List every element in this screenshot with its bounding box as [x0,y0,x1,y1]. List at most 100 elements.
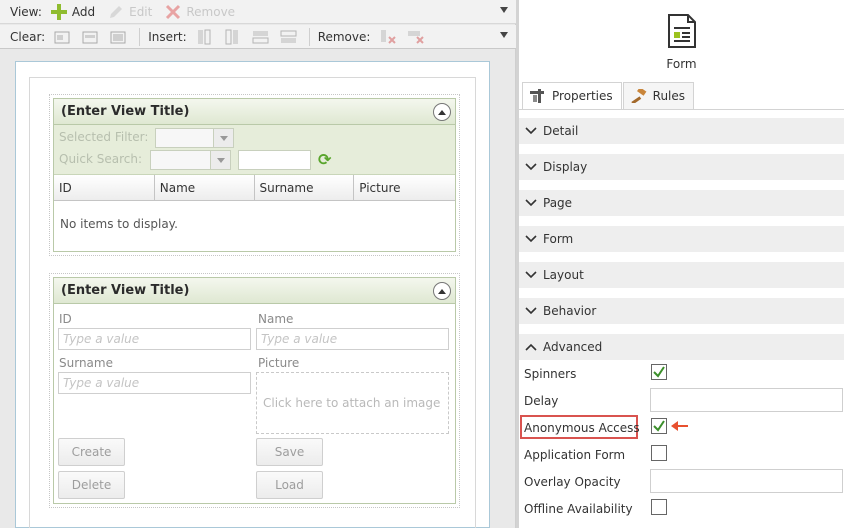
load-button[interactable]: Load [256,471,323,499]
selected-filter-dropdown[interactable] [155,128,234,148]
section-page[interactable]: Page [519,190,844,216]
column-header-name[interactable]: Name [155,175,255,200]
anonymous-access-label: Anonymous Access [524,421,640,435]
remove-column-icon[interactable] [378,28,398,46]
section-display[interactable]: Display [519,154,844,180]
remove-label: Remove [186,4,236,19]
collapse-up-icon[interactable] [433,282,451,300]
chevron-down-icon [525,161,537,173]
quick-search-field-dropdown[interactable] [150,150,231,170]
properties-icon [529,88,547,104]
column-header-picture[interactable]: Picture [354,175,455,200]
id-input[interactable]: Type a value [58,328,251,350]
tab-rules-label: Rules [652,89,686,103]
clear-all-icon[interactable] [109,28,129,46]
list-view-title[interactable]: (Enter View Title) [54,99,455,125]
edit-button[interactable]: Edit [107,3,152,21]
section-advanced-label: Advanced [543,340,603,354]
insert-row-above-icon[interactable] [251,28,271,46]
section-form[interactable]: Form [519,226,844,252]
view-toolbar: View: Add Edit Remove [0,0,516,24]
edit-label: Edit [129,4,153,19]
tab-properties-label: Properties [552,89,613,103]
id-label: ID [59,312,72,326]
item-view-box: (Enter View Title) ID Type a value Name … [53,277,456,504]
chevron-down-icon [213,129,233,147]
application-form-label: Application Form [524,448,626,462]
list-view[interactable]: (Enter View Title) Selected Filter: Quic… [49,94,460,256]
form-header: Form [519,14,844,71]
overlay-opacity-input[interactable] [650,469,843,493]
column-header-surname[interactable]: Surname [255,175,355,200]
add-button[interactable]: Add [50,3,95,21]
insert-label: Insert: [148,29,187,44]
selected-filter-label: Selected Filter: [59,130,149,144]
save-button[interactable]: Save [256,438,323,466]
list-filter-area: Selected Filter: Quick Search: ⟳ [54,125,455,175]
clear-cell-icon[interactable] [53,28,73,46]
delay-input[interactable] [650,388,843,412]
clear-row-icon[interactable] [81,28,101,46]
refresh-icon[interactable]: ⟳ [318,150,331,169]
view-label: View: [10,4,42,19]
section-layout[interactable]: Layout [519,262,844,288]
section-form-label: Form [543,232,574,246]
chevron-down-icon [525,125,537,137]
toolbar-overflow-arrow-icon[interactable] [500,32,508,38]
insert-column-right-icon[interactable] [223,28,243,46]
chevron-down-icon [525,305,537,317]
item-view[interactable]: (Enter View Title) ID Type a value Name … [49,273,460,508]
spinners-label: Spinners [524,367,577,381]
offline-availability-checkbox[interactable] [651,499,667,515]
anonymous-access-checkbox[interactable] [651,418,667,434]
collapse-up-icon[interactable] [433,103,451,121]
chevron-up-icon [525,341,537,353]
arrow-left-icon [670,420,690,435]
section-layout-label: Layout [543,268,584,282]
offline-availability-label: Offline Availability [524,502,633,516]
checkmark-icon [653,366,665,378]
application-form-checkbox[interactable] [651,445,667,461]
insert-column-left-icon[interactable] [195,28,215,46]
surname-label: Surname [59,356,113,370]
delay-label: Delay [524,394,559,408]
chevron-down-icon [525,269,537,281]
chevron-down-icon [210,151,230,169]
tab-properties[interactable]: Properties [522,82,622,109]
tab-rules[interactable]: Rules [622,82,695,109]
section-detail-label: Detail [543,124,579,138]
chevron-down-icon [525,233,537,245]
create-button[interactable]: Create [58,438,125,466]
attach-image-area[interactable]: Click here to attach an image [256,372,449,434]
spinners-checkbox[interactable] [651,364,667,380]
delete-button[interactable]: Delete [58,471,125,499]
layout-toolbar: Clear: Insert: Remove: [0,25,516,49]
canvas-layout-grid: (Enter View Title) Selected Filter: Quic… [29,77,476,528]
remove-row-icon[interactable] [406,28,426,46]
section-page-label: Page [543,196,573,210]
gavel-icon [630,88,648,104]
picture-label: Picture [258,356,300,370]
section-detail[interactable]: Detail [519,118,844,144]
form-canvas: (Enter View Title) Selected Filter: Quic… [15,61,490,528]
section-behavior[interactable]: Behavior [519,298,844,324]
item-view-title[interactable]: (Enter View Title) [54,278,455,304]
form-document-icon [667,14,697,51]
plus-icon [50,3,68,21]
designer-area: View: Add Edit Remove Clear: Insert: Rem… [0,0,516,528]
quick-search-label: Quick Search: [59,152,143,166]
section-advanced[interactable]: Advanced [519,334,844,360]
quick-search-input[interactable] [238,150,311,170]
toolbar-overflow-arrow-icon[interactable] [500,7,508,13]
tabs-divider [519,109,844,110]
column-header-id[interactable]: ID [54,175,155,200]
panel-tabs: Properties Rules [522,82,695,109]
insert-row-below-icon[interactable] [279,28,299,46]
remove-row-col-label: Remove: [317,29,371,44]
surname-input[interactable]: Type a value [58,372,251,394]
overlay-opacity-label: Overlay Opacity [524,475,621,489]
form-caption: Form [666,57,697,71]
toolbar-divider [139,27,141,46]
remove-button[interactable]: Remove [164,3,235,21]
name-input[interactable]: Type a value [256,328,449,350]
